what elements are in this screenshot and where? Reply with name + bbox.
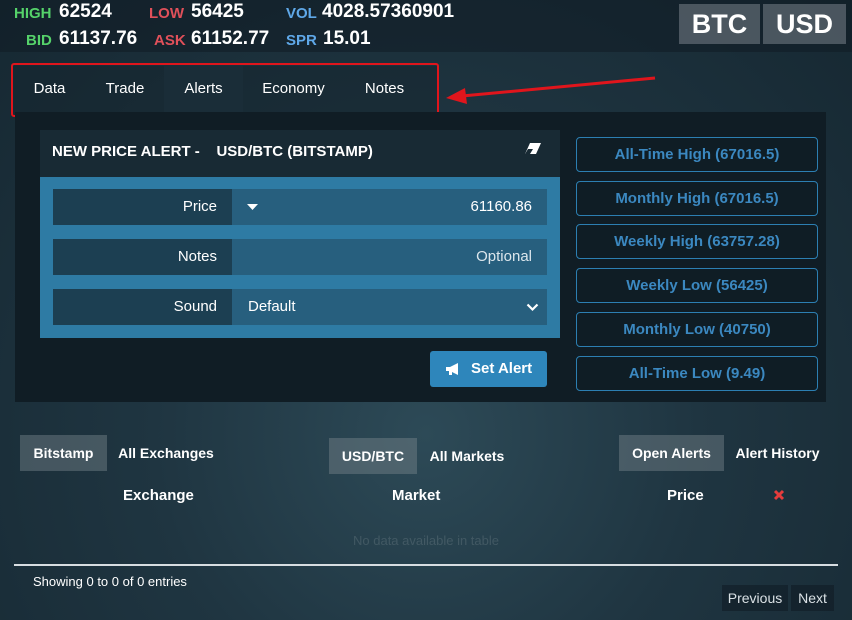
ask-label: ASK [154, 32, 186, 49]
vol-label: VOL [286, 5, 317, 22]
megaphone-icon [446, 363, 458, 375]
filter-bitstamp-button[interactable]: Bitstamp [20, 435, 107, 471]
bid-value: 61137.76 [59, 28, 138, 49]
low-label: LOW [149, 5, 184, 22]
preset-all-time-high-button[interactable]: All-Time High (67016.5) [576, 137, 818, 172]
column-market: Market [392, 487, 441, 504]
vol-value: 4028.57360901 [322, 1, 455, 22]
price-field[interactable]: 61160.86 [232, 189, 547, 225]
chevron-down-icon [526, 303, 539, 312]
eraser-icon[interactable] [524, 142, 542, 155]
table-divider [14, 564, 838, 566]
preset-weekly-high-button[interactable]: Weekly High (63757.28) [576, 224, 818, 259]
spr-label: SPR [286, 32, 317, 49]
set-alert-label: Set Alert [471, 360, 533, 377]
preset-weekly-low-button[interactable]: Weekly Low (56425) [576, 268, 818, 303]
notes-field[interactable]: Optional [232, 239, 547, 275]
quote-currency-button[interactable]: USD [763, 4, 846, 44]
annotation-highlight-box [11, 63, 439, 117]
alert-title: NEW PRICE ALERT - USD/BTC (BITSTAMP) [52, 143, 373, 160]
filter-all-markets-button[interactable]: All Markets [417, 438, 517, 474]
filter-usd-btc-button[interactable]: USD/BTC [329, 438, 417, 474]
filter-all-exchanges-button[interactable]: All Exchanges [107, 435, 225, 471]
delete-all-icon[interactable] [773, 489, 785, 501]
set-alert-button[interactable]: Set Alert [430, 351, 547, 387]
preset-all-time-low-button[interactable]: All-Time Low (9.49) [576, 356, 818, 391]
table-info: Showing 0 to 0 of 0 entries [33, 574, 187, 589]
spr-value: 15.01 [323, 28, 371, 49]
sound-select-value: Default [248, 298, 296, 315]
high-label: HIGH [14, 5, 52, 22]
sound-label: Sound [53, 289, 232, 325]
price-input[interactable]: 61160.86 [471, 189, 532, 225]
ask-value: 61152.77 [191, 28, 270, 49]
caret-down-icon[interactable] [247, 204, 258, 211]
base-currency-button[interactable]: BTC [679, 4, 760, 44]
notes-label: Notes [53, 239, 232, 275]
sound-select[interactable]: Default [232, 289, 547, 325]
high-value: 62524 [59, 1, 112, 22]
low-value: 56425 [191, 1, 244, 22]
column-price: Price [667, 487, 704, 504]
open-alerts-tab[interactable]: Open Alerts [619, 435, 724, 471]
preset-monthly-high-button[interactable]: Monthly High (67016.5) [576, 181, 818, 216]
next-page-button[interactable]: Next [791, 585, 834, 611]
column-exchange: Exchange [123, 487, 194, 504]
previous-page-button[interactable]: Previous [722, 585, 788, 611]
price-label: Price [53, 189, 232, 225]
notes-input[interactable]: Optional [476, 239, 532, 275]
bid-label: BID [26, 32, 52, 49]
alert-history-tab[interactable]: Alert History [724, 435, 831, 471]
table-empty-message: No data available in table [353, 533, 499, 548]
annotation-arrow [446, 76, 656, 104]
preset-monthly-low-button[interactable]: Monthly Low (40750) [576, 312, 818, 347]
